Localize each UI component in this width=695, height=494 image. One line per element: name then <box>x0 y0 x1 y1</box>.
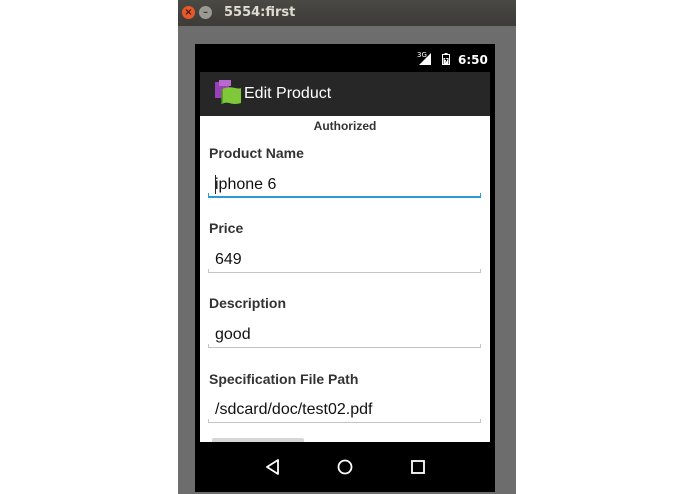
back-icon[interactable] <box>263 457 283 477</box>
price-value: 649 <box>215 251 242 268</box>
product-name-field[interactable]: iphone 6 <box>208 172 481 198</box>
status-clock: 6:50 <box>458 53 488 67</box>
product-name-label: Product Name <box>209 145 304 161</box>
description-label: Description <box>209 295 287 311</box>
window-titlebar[interactable]: × – 5554:first <box>178 0 516 26</box>
recents-icon[interactable] <box>408 457 428 477</box>
action-bar: Edit Product <box>200 72 490 116</box>
window-close-button[interactable]: × <box>182 6 195 19</box>
field-underline <box>208 193 481 198</box>
home-icon[interactable] <box>335 457 355 477</box>
edit-product-form: Authorized Product Name iphone 6 Price 6… <box>200 116 490 442</box>
app-icon[interactable] <box>213 79 243 109</box>
window-minimize-button[interactable]: – <box>199 6 212 19</box>
signal-icon <box>419 53 431 65</box>
authorization-status: Authorized <box>313 119 377 133</box>
field-underline <box>208 344 481 348</box>
window-title: 5554:first <box>224 5 296 20</box>
spec-file-path-field[interactable]: /sdcard/doc/test02.pdf <box>208 397 481 423</box>
price-field[interactable]: 649 <box>208 247 481 273</box>
price-label: Price <box>209 220 244 236</box>
description-value: good <box>215 326 251 343</box>
spec-file-path-value: /sdcard/doc/test02.pdf <box>215 401 373 418</box>
field-underline <box>208 269 481 273</box>
action-bar-title: Edit Product <box>244 85 332 102</box>
status-bar: 3G 6:50 <box>195 44 495 72</box>
field-underline <box>208 419 481 423</box>
description-field[interactable]: good <box>208 322 481 348</box>
spec-file-path-label: Specification File Path <box>209 371 359 387</box>
product-name-value: iphone 6 <box>215 176 277 193</box>
android-screen: 3G 6:50 Edit Product Authorized Product … <box>195 44 495 492</box>
battery-icon <box>442 53 450 65</box>
navigation-bar <box>195 442 495 492</box>
